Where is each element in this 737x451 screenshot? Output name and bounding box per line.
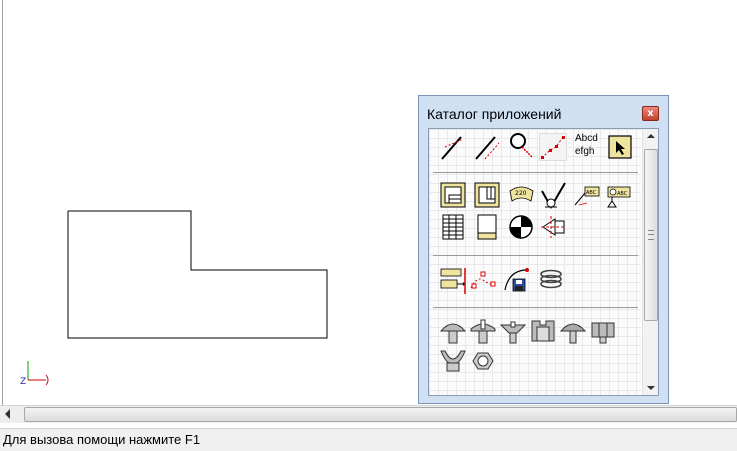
cone-view-icon[interactable] xyxy=(539,213,567,241)
dome-nut-icon[interactable] xyxy=(559,317,587,345)
svg-text:220: 220 xyxy=(515,190,527,197)
axis-indicator: Z xyxy=(20,361,49,387)
center-mark-icon[interactable] xyxy=(507,213,535,241)
text-tool-icon[interactable]: Abcd efgh xyxy=(573,131,607,159)
hex-nut-icon[interactable] xyxy=(589,317,617,345)
nut-icon[interactable] xyxy=(529,317,557,345)
status-bar: Для вызова помощи нажмите F1 xyxy=(0,428,737,451)
scroll-left-arrow-icon[interactable] xyxy=(5,409,10,419)
slotted-screw-icon[interactable] xyxy=(499,317,527,345)
l-shape-outline xyxy=(67,210,328,339)
select-arrow-tool-icon[interactable] xyxy=(607,133,635,161)
screw-head-icon[interactable] xyxy=(469,317,497,345)
catalog-separator xyxy=(433,307,638,308)
text-tool-line2: efgh xyxy=(575,146,595,157)
roughness-check-icon[interactable] xyxy=(539,181,567,209)
polyline-tool-icon[interactable] xyxy=(539,133,567,161)
bolt-head-icon[interactable] xyxy=(439,317,467,345)
horizontal-scrollbar[interactable] xyxy=(0,405,737,423)
drawing-frame-alt-icon[interactable] xyxy=(473,181,501,209)
catalog-separator xyxy=(433,255,638,256)
horizontal-scroll-thumb[interactable] xyxy=(24,407,737,422)
wing-nut-icon[interactable] xyxy=(439,347,467,375)
line-tool-icon[interactable] xyxy=(439,133,467,161)
catalog-tool-grid: Abcd efgh 220 ABC ABC xyxy=(429,129,641,395)
leader-text-icon[interactable]: ABC xyxy=(573,181,601,209)
hex-nut-top-icon[interactable] xyxy=(469,347,497,375)
catalog-vertical-scrollbar[interactable] xyxy=(642,129,658,395)
axis-z-label: Z xyxy=(20,377,26,387)
spring-icon[interactable] xyxy=(537,266,565,294)
table-icon[interactable] xyxy=(439,213,467,241)
application-catalog-panel[interactable]: Каталог приложений x Abcd efgh 220 ABC A… xyxy=(418,95,669,404)
svg-text:ABC: ABC xyxy=(617,191,628,197)
svg-text:ABC: ABC xyxy=(586,190,597,196)
catalog-separator xyxy=(433,172,638,173)
dimension-icon[interactable]: 220 xyxy=(507,181,535,209)
catalog-title: Каталог приложений xyxy=(427,106,562,122)
catalog-scroll-thumb[interactable] xyxy=(644,149,658,321)
spline-points-icon[interactable] xyxy=(469,266,497,294)
scroll-grip-icon xyxy=(648,230,654,240)
drawing-frame-icon[interactable] xyxy=(439,181,467,209)
insert-block-icon[interactable] xyxy=(439,266,467,294)
scroll-down-arrow-icon[interactable] xyxy=(647,386,655,390)
magnifier-tool-icon[interactable] xyxy=(507,131,535,159)
status-text: Для вызова помощи нажмите F1 xyxy=(3,432,201,447)
save-curve-icon[interactable] xyxy=(503,266,531,294)
parallel-line-tool-icon[interactable] xyxy=(473,133,501,161)
datum-text-icon[interactable]: ABC xyxy=(605,181,633,209)
catalog-body: Abcd efgh 220 ABC ABC xyxy=(428,128,659,396)
sheet-icon[interactable] xyxy=(473,213,501,241)
text-tool-line1: Abcd xyxy=(575,133,598,144)
scroll-up-arrow-icon[interactable] xyxy=(647,134,655,138)
close-icon[interactable]: x xyxy=(642,106,659,121)
